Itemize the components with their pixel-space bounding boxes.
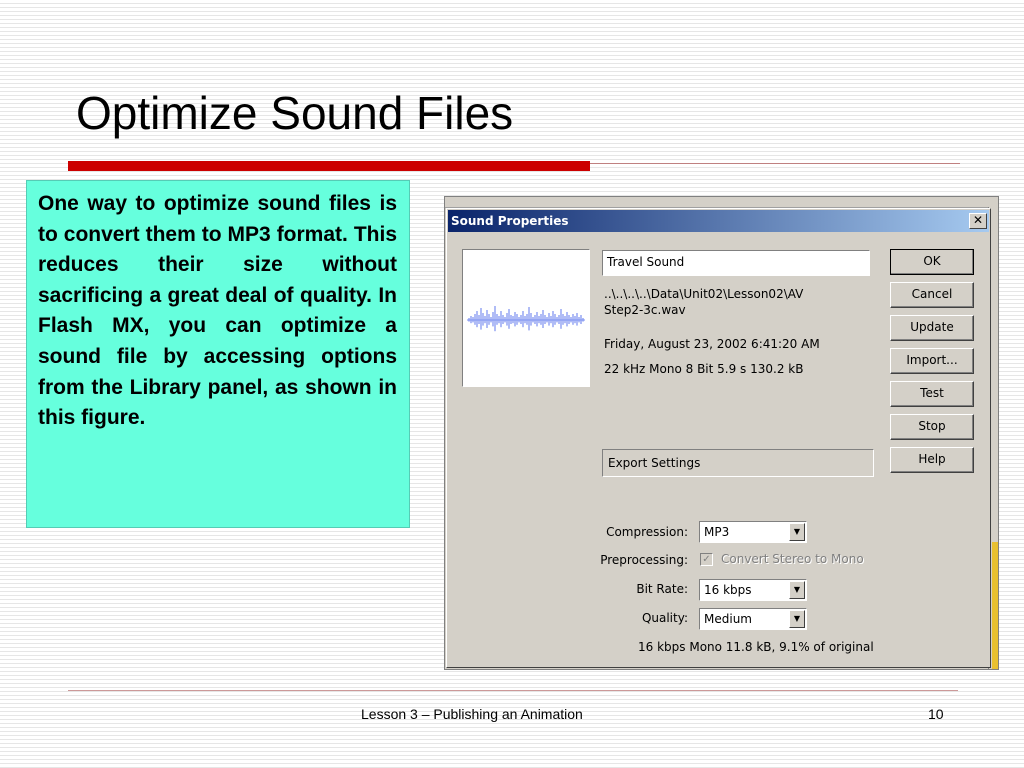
chevron-down-icon[interactable]: ▼ [789,523,805,541]
body-text: One way to optimize sound files is to co… [38,192,397,430]
sound-name-field[interactable]: Travel Sound [602,250,870,276]
title-underline-thin [590,163,960,164]
dialog-title: Sound Properties [451,214,569,228]
help-button[interactable]: Help [890,447,974,473]
file-path-line1: ..\..\..\..\Data\Unit02\Lesson02\AV [604,287,804,301]
preprocessing-label: Preprocessing: [600,553,688,567]
convert-stereo-label: Convert Stereo to Mono [721,552,864,566]
export-settings-box: Export Settings [602,449,874,477]
ok-button[interactable]: OK [890,249,974,275]
compression-summary: 16 kbps Mono 11.8 kB, 9.1% of original [638,640,874,654]
stop-button[interactable]: Stop [890,414,974,440]
check-icon: ✓ [702,554,711,565]
compression-label: Compression: [606,525,688,539]
quality-label: Quality: [641,611,688,625]
file-format-info: 22 kHz Mono 8 Bit 5.9 s 130.2 kB [604,362,804,376]
quality-value: Medium [704,612,752,626]
compression-select[interactable]: MP3 ▼ [699,521,807,543]
import-button[interactable]: Import... [890,348,974,374]
title-underline [68,161,590,171]
bitrate-value: 16 kbps [704,583,752,597]
dialog-titlebar[interactable]: Sound Properties ✕ [448,210,989,232]
close-icon: ✕ [972,213,984,227]
dialog-screenshot: Sound Properties ✕ Travel Sound ..\..\..… [444,196,999,670]
test-button[interactable]: Test [890,381,974,407]
update-button[interactable]: Update [890,315,974,341]
waveform-graphic [467,306,585,332]
file-path-line2: Step2-3c.wav [604,303,686,317]
sound-name-value: Travel Sound [607,255,685,269]
compression-value: MP3 [704,525,730,539]
cancel-button[interactable]: Cancel [890,282,974,308]
bitrate-label: Bit Rate: [636,582,688,596]
chevron-down-icon[interactable]: ▼ [789,581,805,599]
chevron-down-icon[interactable]: ▼ [789,610,805,628]
body-textbox: One way to optimize sound files is to co… [26,180,410,528]
quality-select[interactable]: Medium ▼ [699,608,807,630]
close-button[interactable]: ✕ [969,213,987,229]
page-number: 10 [928,706,944,722]
bitrate-select[interactable]: 16 kbps ▼ [699,579,807,601]
export-settings-label: Export Settings [608,456,701,470]
file-date: Friday, August 23, 2002 6:41:20 AM [604,337,820,351]
waveform-preview [462,249,590,387]
footer-divider [68,690,958,691]
slide-title: Optimize Sound Files [76,87,514,139]
background-window-edge [445,197,998,208]
sound-properties-dialog: Sound Properties ✕ Travel Sound ..\..\..… [446,208,991,668]
convert-stereo-checkbox: ✓ [700,553,713,566]
footer-lesson-title: Lesson 3 – Publishing an Animation [361,706,583,722]
background-window-panel [992,542,998,669]
